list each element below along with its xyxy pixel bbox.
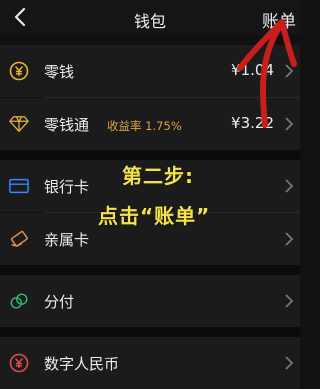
annotation-instruction: 点击“账单” xyxy=(98,204,211,228)
balance-amount: ¥1.04 xyxy=(231,61,274,79)
list-item-digital-rmb[interactable]: 数字人民币 xyxy=(0,337,300,389)
nav-bar: 钱包 账单 xyxy=(0,0,300,35)
yuan-circle-icon xyxy=(9,353,29,373)
list-item-fenfu[interactable]: 分付 xyxy=(0,275,300,327)
annotation-step: 第二步: xyxy=(122,164,194,188)
yield-rate: 收益率 1.75% xyxy=(107,119,182,133)
yuan-coin-icon xyxy=(9,61,29,81)
chevron-right-icon xyxy=(285,356,294,370)
list-item-label: 数字人民币 xyxy=(44,355,120,373)
chevron-right-icon xyxy=(285,179,294,193)
list-item-lingqiantong[interactable]: 零钱通 收益率 1.75% ¥3.22 xyxy=(0,98,300,150)
chevron-right-icon xyxy=(285,232,294,246)
list-item-label: 零钱通 xyxy=(44,116,90,134)
list-item-label: 银行卡 xyxy=(44,178,90,196)
page-title: 钱包 xyxy=(133,12,166,31)
section-gap xyxy=(0,327,300,337)
linked-rings-icon xyxy=(9,291,29,311)
list-item-label: 亲属卡 xyxy=(44,231,90,249)
section-gap xyxy=(0,265,300,275)
card-tilted-icon xyxy=(9,229,29,249)
card-icon xyxy=(9,176,29,196)
list-item-change[interactable]: 零钱 ¥1.04 xyxy=(0,45,300,97)
chevron-right-icon xyxy=(285,117,294,131)
section-gap xyxy=(0,150,300,160)
balance-amount: ¥3.22 xyxy=(231,114,274,132)
chevron-right-icon xyxy=(285,64,294,78)
chevron-right-icon xyxy=(285,294,294,308)
list-item-label: 零钱 xyxy=(44,63,75,81)
list-item-label: 分付 xyxy=(44,293,75,311)
bill-button[interactable]: 账单 xyxy=(262,7,296,32)
diamond-icon xyxy=(9,114,29,134)
